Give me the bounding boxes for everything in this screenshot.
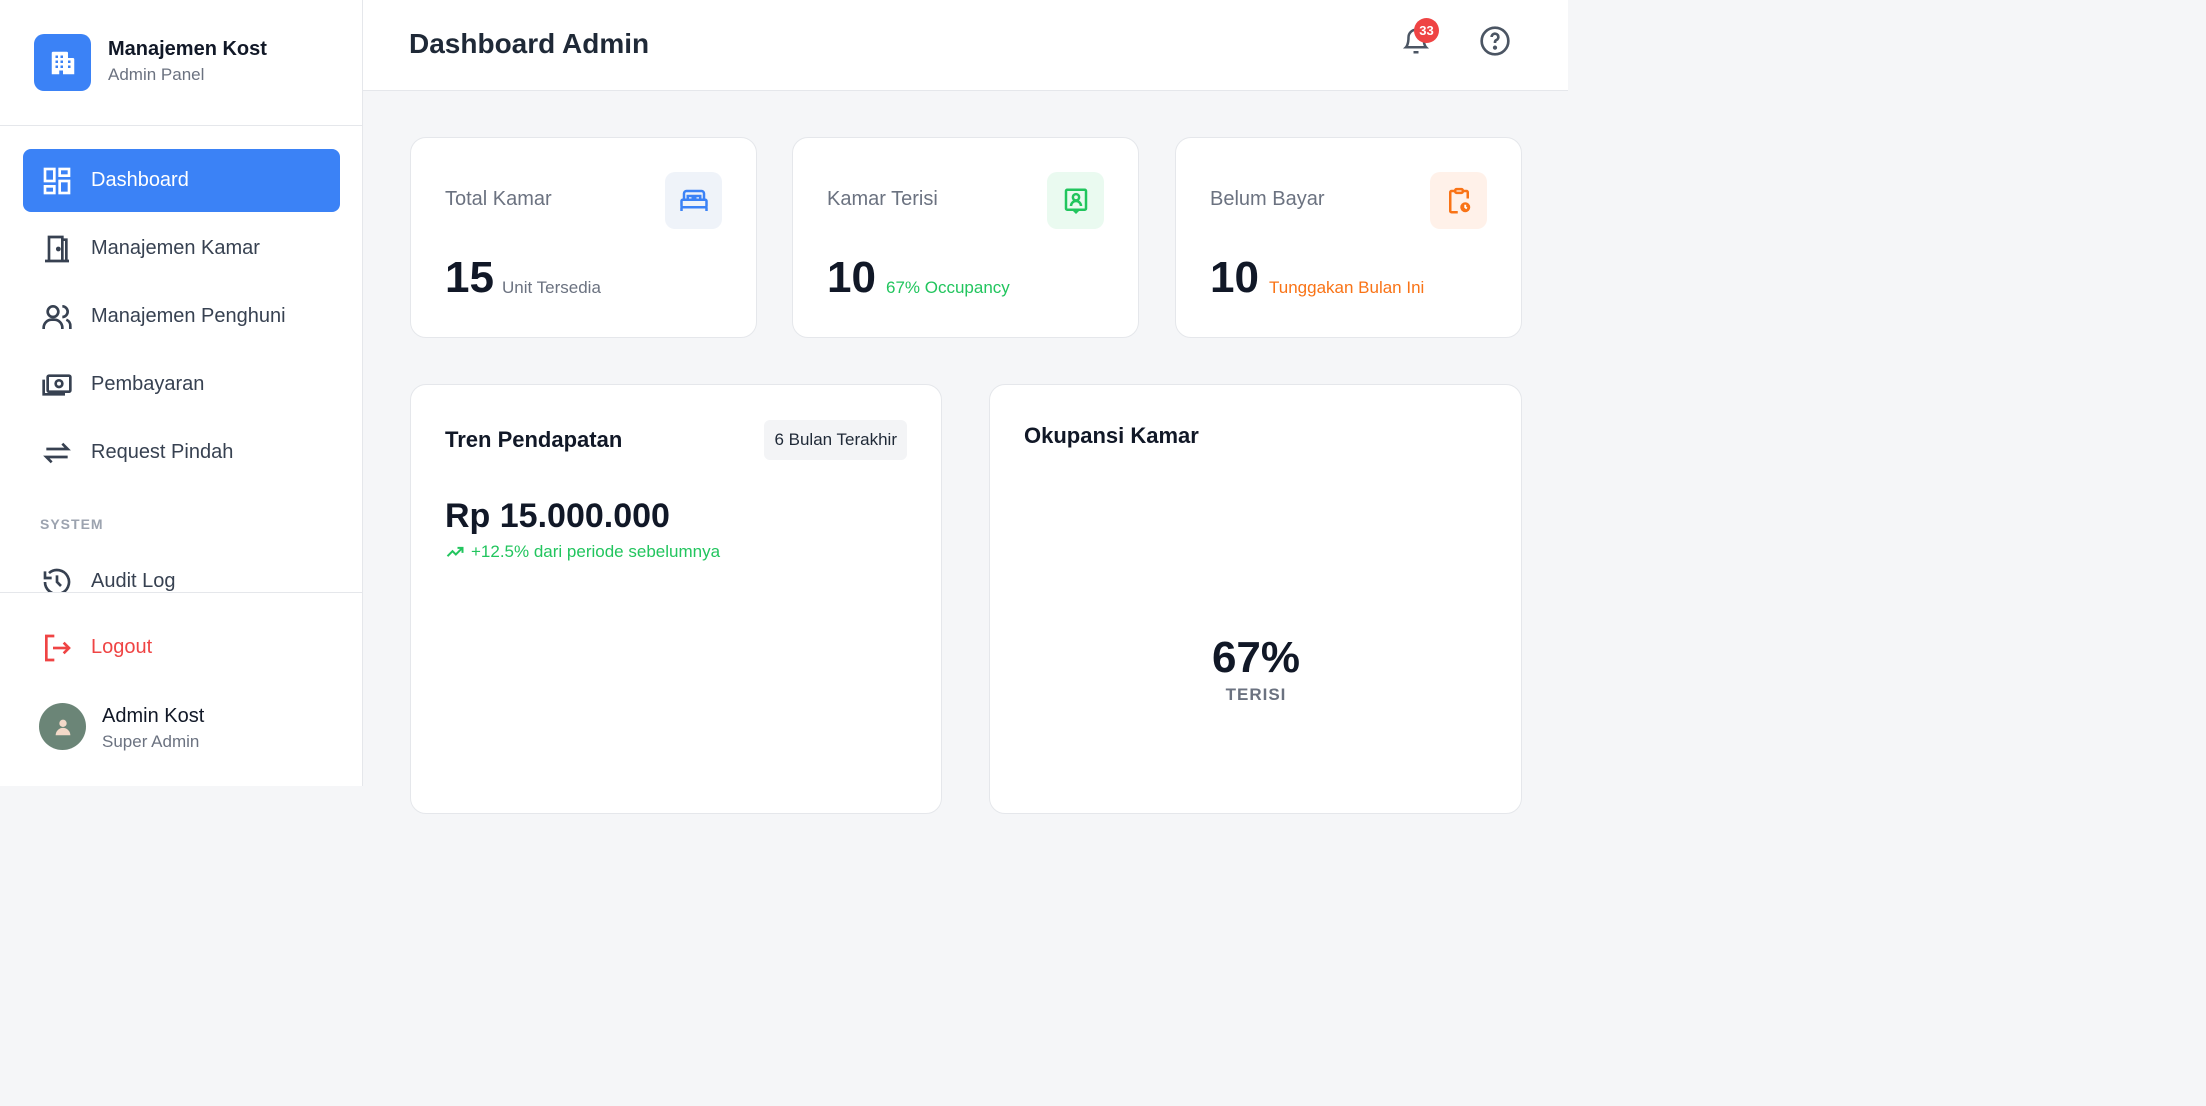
- stat-value: 10: [1210, 253, 1259, 302]
- stat-card-kamar-terisi: Kamar Terisi 10 67% Occupancy: [792, 137, 1139, 338]
- brand-header: Manajemen Kost Admin Panel: [0, 0, 362, 126]
- sidebar-item-request-pindah[interactable]: Request Pindah: [23, 421, 340, 484]
- avatar[interactable]: [39, 703, 86, 750]
- sidebar-item-label: Pembayaran: [91, 373, 205, 395]
- sidebar-nav: Dashboard Manajemen Kamar Manajemen Peng…: [0, 126, 362, 592]
- brand-title: Manajemen Kost: [108, 38, 267, 60]
- person-frame-icon: [1047, 172, 1104, 229]
- sidebar-item-label: Dashboard: [91, 169, 189, 191]
- revenue-amount: Rp 15.000.000: [445, 497, 670, 535]
- stat-subtext: Tunggakan Bulan Ini: [1269, 278, 1425, 297]
- sidebar-footer: Logout Admin Kost Super Admin: [0, 592, 362, 786]
- app-root: Manajemen Kost Admin Panel Dashboard Man…: [0, 0, 1568, 814]
- users-icon: [40, 300, 74, 334]
- sidebar-item-manajemen-penghuni[interactable]: Manajemen Penghuni: [23, 285, 340, 348]
- revenue-trend-panel: Tren Pendapatan 6 Bulan Terakhir Rp 15.0…: [410, 384, 942, 814]
- stat-value: 15: [445, 253, 494, 302]
- occupancy-percent: 67%: [1211, 633, 1301, 682]
- occupancy-caption: TERISI: [1225, 685, 1287, 704]
- occupancy-panel: Okupansi Kamar 67% TERISI: [989, 384, 1522, 814]
- sidebar-item-audit-log[interactable]: Audit Log: [23, 550, 340, 592]
- panel-title: Okupansi Kamar: [1024, 423, 1199, 448]
- stat-subtext: 67% Occupancy: [886, 278, 1010, 297]
- range-selector[interactable]: 6 Bulan Terakhir: [764, 420, 907, 460]
- sidebar-item-label: Manajemen Penghuni: [91, 305, 286, 327]
- stat-label: Kamar Terisi: [827, 188, 938, 210]
- building-icon: [34, 34, 91, 91]
- stat-card-belum-bayar: Belum Bayar 10 Tunggakan Bulan Ini: [1175, 137, 1522, 338]
- dashboard-icon: [40, 164, 74, 198]
- sidebar-item-dashboard[interactable]: Dashboard: [23, 149, 340, 212]
- sidebar-item-label: Request Pindah: [91, 441, 234, 463]
- trending-up-icon: [445, 542, 465, 562]
- clipboard-clock-icon: [1430, 172, 1487, 229]
- stat-value: 10: [827, 253, 876, 302]
- sidebar: Manajemen Kost Admin Panel Dashboard Man…: [0, 0, 363, 786]
- stat-label: Total Kamar: [445, 188, 552, 210]
- door-icon: [40, 232, 74, 266]
- history-icon: [40, 565, 74, 592]
- money-icon: [40, 368, 74, 402]
- logout-button[interactable]: Logout: [23, 616, 340, 679]
- sidebar-item-label: Manajemen Kamar: [91, 237, 260, 259]
- top-header: Dashboard Admin 33: [363, 0, 1568, 91]
- page-title: Dashboard Admin: [409, 28, 650, 59]
- panel-title: Tren Pendapatan: [445, 427, 623, 452]
- revenue-growth-text: +12.5% dari periode sebelumnya: [471, 542, 721, 561]
- user-name: Admin Kost: [102, 705, 205, 727]
- revenue-growth: +12.5% dari periode sebelumnya: [445, 542, 720, 562]
- notification-badge: 33: [1414, 18, 1439, 43]
- bed-icon: [665, 172, 722, 229]
- help-icon[interactable]: [1477, 23, 1513, 59]
- logout-label: Logout: [91, 636, 153, 658]
- user-role: Super Admin: [102, 732, 200, 751]
- brand-subtitle: Admin Panel: [108, 65, 205, 84]
- sidebar-item-label: Audit Log: [91, 570, 176, 592]
- section-label-system: SYSTEM: [40, 516, 104, 532]
- logout-icon: [40, 631, 74, 665]
- sidebar-item-pembayaran[interactable]: Pembayaran: [23, 353, 340, 416]
- stat-subtext: Unit Tersedia: [502, 278, 601, 297]
- sidebar-item-manajemen-kamar[interactable]: Manajemen Kamar: [23, 217, 340, 280]
- stat-label: Belum Bayar: [1210, 188, 1325, 210]
- swap-arrows-icon: [40, 436, 74, 470]
- stat-card-total-kamar: Total Kamar 15 Unit Tersedia: [410, 137, 757, 338]
